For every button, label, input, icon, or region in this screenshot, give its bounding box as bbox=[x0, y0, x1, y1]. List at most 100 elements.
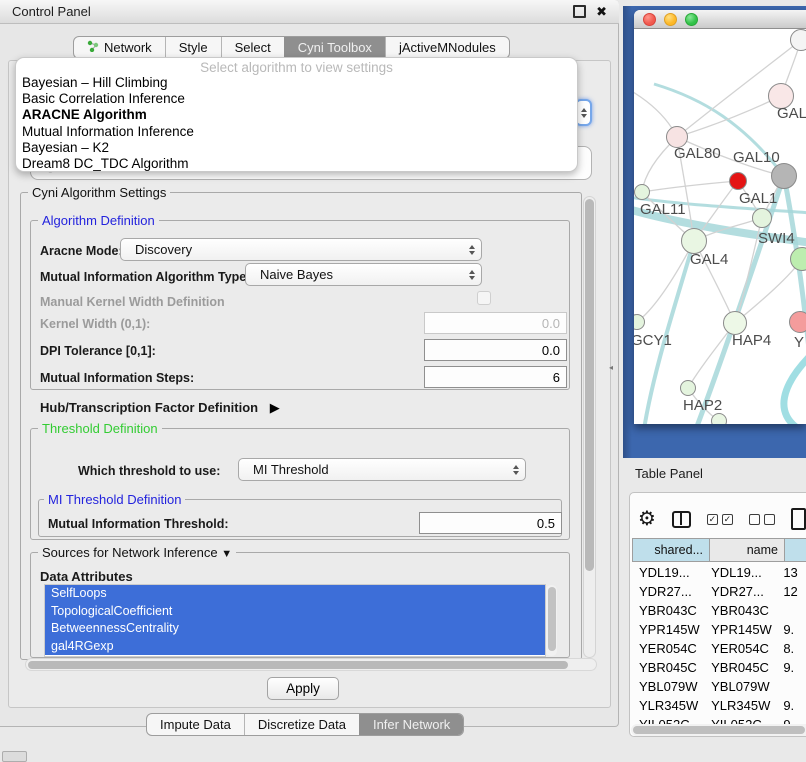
kernel-width-input[interactable]: 0.0 bbox=[424, 312, 567, 334]
network-canvas[interactable]: GALGAL80GAL10GAL1GAL11GAL4SWI4GCY1HAP4YH… bbox=[634, 29, 806, 424]
dropdown-item-bayesian-hill-climbing[interactable]: Bayesian – Hill Climbing bbox=[16, 75, 577, 91]
table-cell: YLR345W bbox=[706, 698, 777, 717]
mi-steps-label: Mutual Information Steps: bbox=[40, 371, 194, 385]
tab-discretize-data[interactable]: Discretize Data bbox=[244, 714, 359, 735]
table-rows: YDL19...YDL19...13YDR27...YDR27...12YBR0… bbox=[632, 562, 806, 727]
tab-network[interactable]: Network bbox=[74, 37, 165, 58]
which-threshold-combo[interactable]: MI Threshold bbox=[238, 458, 526, 481]
table-row[interactable]: YLR345WYLR345W9. bbox=[632, 698, 806, 717]
corner-button[interactable] bbox=[2, 751, 27, 762]
node-label: GAL10 bbox=[733, 149, 780, 166]
table-row[interactable]: YDL19...YDL19...13 bbox=[632, 565, 806, 584]
column-header-shared-[interactable]: shared... bbox=[632, 538, 710, 562]
column-header-2[interactable] bbox=[785, 538, 806, 562]
dropdown-item-aracne-algorithm[interactable]: ARACNE Algorithm bbox=[16, 107, 577, 123]
settings-vertical-scrollbar[interactable] bbox=[583, 196, 596, 658]
cyni-settings-title: Cyni Algorithm Settings bbox=[28, 186, 170, 199]
mi-threshold-label: Mutual Information Threshold: bbox=[48, 517, 229, 531]
node-label: GAL11 bbox=[640, 201, 686, 218]
combo-spinner-icon bbox=[513, 465, 519, 475]
screen: Control Panel ✖ NetworkStyle Select Cyni T… bbox=[0, 0, 806, 762]
zoom-traffic-light[interactable] bbox=[685, 13, 698, 26]
network-node[interactable] bbox=[711, 413, 727, 424]
tab-infer-network[interactable]: Infer Network bbox=[359, 714, 463, 735]
dpi-tolerance-input[interactable]: 0.0 bbox=[424, 339, 567, 361]
column-header-name[interactable]: name bbox=[710, 538, 785, 562]
tab-label: Select bbox=[235, 40, 271, 55]
dropdown-item-bayesian-k2[interactable]: Bayesian – K2 bbox=[16, 140, 577, 156]
mi-steps-input[interactable]: 6 bbox=[424, 366, 567, 388]
collapse-down-icon[interactable]: ▼ bbox=[221, 548, 232, 560]
deselect-all-icon[interactable] bbox=[749, 514, 775, 525]
dropdown-item-dream8-dc-tdc-algorithm[interactable]: Dream8 DC_TDC Algorithm bbox=[16, 156, 577, 172]
table-row[interactable]: YBR045CYBR045C9. bbox=[632, 660, 806, 679]
network-node-hap2[interactable] bbox=[680, 380, 696, 396]
tab-style[interactable]: Style bbox=[165, 37, 221, 58]
table-row[interactable]: YBR043CYBR043C bbox=[632, 603, 806, 622]
table-cell: YER054C bbox=[632, 641, 706, 660]
tab-label: Discretize Data bbox=[258, 717, 346, 732]
apply-button[interactable]: Apply bbox=[267, 677, 339, 700]
table-row[interactable]: YER054CYER054C8. bbox=[632, 641, 806, 660]
algorithm-definition-title: Algorithm Definition bbox=[38, 214, 159, 227]
hub-definition-label[interactable]: Hub/Transcription Factor Definition ▶ bbox=[40, 400, 280, 416]
gear-icon[interactable]: ⚙ bbox=[638, 509, 656, 529]
spinner-down-icon bbox=[581, 114, 587, 118]
network-node[interactable] bbox=[790, 29, 806, 51]
dropdown-item-basic-correlation-inference[interactable]: Basic Correlation Inference bbox=[16, 91, 577, 107]
table-cell: YDR27... bbox=[706, 584, 777, 603]
sources-title[interactable]: Sources for Network Inference ▼ bbox=[38, 546, 236, 561]
combo-spinner-icon bbox=[469, 245, 475, 255]
tab-jactivemnodules[interactable]: jActiveMNodules bbox=[385, 37, 509, 58]
table-cell: YBL079W bbox=[632, 679, 706, 698]
table-row[interactable]: YDR27...YDR27...12 bbox=[632, 584, 806, 603]
float-window-icon[interactable] bbox=[573, 5, 586, 18]
network-node-y[interactable] bbox=[789, 311, 806, 333]
document-icon[interactable] bbox=[791, 508, 806, 530]
data-attributes-label: Data Attributes bbox=[40, 569, 133, 584]
mi-type-label: Mutual Information Algorithm Type: bbox=[40, 270, 250, 284]
dpi-tolerance-label: DPI Tolerance [0,1]: bbox=[40, 344, 156, 358]
node-label: Y bbox=[794, 334, 804, 351]
list-scrollbar[interactable] bbox=[546, 585, 557, 656]
node-label: GAL1 bbox=[739, 190, 777, 207]
manual-kernel-checkbox[interactable] bbox=[477, 291, 491, 305]
minimize-traffic-light[interactable] bbox=[664, 13, 677, 26]
network-node[interactable] bbox=[729, 172, 747, 190]
expand-right-icon[interactable]: ▶ bbox=[270, 400, 280, 416]
network-node-gal1[interactable] bbox=[752, 208, 772, 228]
attribute-item-betweennesscentrality[interactable]: BetweennessCentrality bbox=[45, 620, 545, 638]
aracne-mode-label: Aracne Mode: bbox=[40, 244, 123, 258]
columns-icon[interactable] bbox=[672, 511, 691, 528]
attribute-item-selfloops[interactable]: SelfLoops bbox=[45, 585, 545, 603]
node-label: SWI4 bbox=[758, 230, 795, 247]
table-row[interactable]: YPR145WYPR145W9. bbox=[632, 622, 806, 641]
close-traffic-light[interactable] bbox=[643, 13, 656, 26]
dropdown-item-mutual-information-inference[interactable]: Mutual Information Inference bbox=[16, 124, 577, 140]
which-threshold-label: Which threshold to use: bbox=[78, 464, 220, 478]
aracne-mode-combo[interactable]: Discovery bbox=[120, 238, 482, 261]
tab-impute-data[interactable]: Impute Data bbox=[147, 714, 244, 735]
network-node-gal11[interactable] bbox=[634, 184, 650, 200]
algorithm-dropdown: Select algorithm to view settings Bayesi… bbox=[15, 57, 578, 172]
tab-select[interactable]: Select bbox=[221, 37, 284, 58]
close-icon[interactable]: ✖ bbox=[596, 5, 607, 18]
mi-type-combo[interactable]: Naive Bayes bbox=[245, 263, 482, 286]
table-cell: YDR27... bbox=[632, 584, 706, 603]
network-node-gal10[interactable] bbox=[771, 163, 797, 189]
settings-horizontal-scrollbar[interactable] bbox=[25, 658, 597, 671]
control-panel-title: Control Panel bbox=[12, 4, 91, 19]
table-cell: 9. bbox=[777, 660, 806, 679]
select-all-icon[interactable]: ✓ ✓ bbox=[707, 514, 733, 525]
tab-label: Cyni Toolbox bbox=[298, 40, 372, 55]
table-row[interactable]: YBL079WYBL079W bbox=[632, 679, 806, 698]
mi-threshold-input[interactable]: 0.5 bbox=[419, 512, 562, 534]
attribute-item-gal4rgexp[interactable]: gal4RGexp bbox=[45, 638, 545, 656]
tab-cyni-toolbox[interactable]: Cyni Toolbox bbox=[284, 37, 385, 58]
table-cell: 13 bbox=[777, 565, 806, 584]
panel-divider-handle[interactable]: ◂ bbox=[609, 363, 613, 372]
network-window-titlebar[interactable] bbox=[634, 10, 806, 29]
attribute-item-topologicalcoefficient[interactable]: TopologicalCoefficient bbox=[45, 603, 545, 621]
node-label: GAL bbox=[777, 105, 806, 122]
table-horizontal-scrollbar[interactable] bbox=[631, 724, 806, 736]
